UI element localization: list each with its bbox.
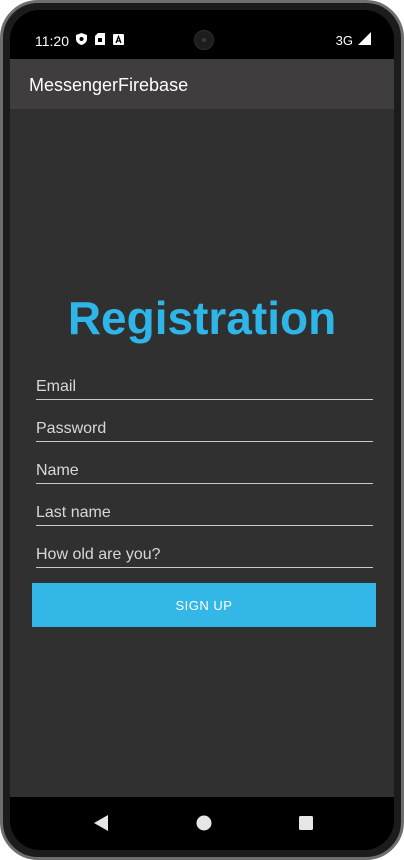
sign-up-button[interactable]: SIGN UP [32, 583, 376, 627]
back-icon[interactable] [89, 811, 113, 835]
password-field[interactable] [36, 416, 373, 442]
network-type: 3G [335, 33, 353, 48]
device-frame: 11:20 3G MessengerFirebase Registration … [0, 0, 404, 860]
last-name-field[interactable] [36, 500, 373, 526]
page-title: Registration [67, 292, 337, 344]
screen: 11:20 3G MessengerFirebase Registration … [10, 10, 394, 850]
navigation-bar [10, 797, 394, 850]
name-field[interactable] [36, 458, 373, 484]
status-time: 11:20 [35, 33, 69, 49]
age-field[interactable] [36, 542, 373, 568]
recents-icon[interactable] [294, 811, 318, 835]
status-bar: 11:20 3G [10, 10, 394, 59]
home-icon[interactable] [192, 811, 216, 835]
registration-screen: Registration SIGN UP [10, 109, 394, 797]
app-bar: MessengerFirebase [10, 59, 394, 109]
keyboard-a-icon [113, 33, 124, 45]
app-title: MessengerFirebase [29, 75, 189, 95]
shield-icon [76, 33, 87, 45]
signal-icon [358, 32, 371, 50]
camera-cutout [194, 30, 214, 50]
sim-card-icon [95, 33, 105, 45]
status-icons [76, 33, 124, 45]
status-right: 3G [336, 32, 371, 50]
email-field[interactable] [36, 374, 373, 400]
